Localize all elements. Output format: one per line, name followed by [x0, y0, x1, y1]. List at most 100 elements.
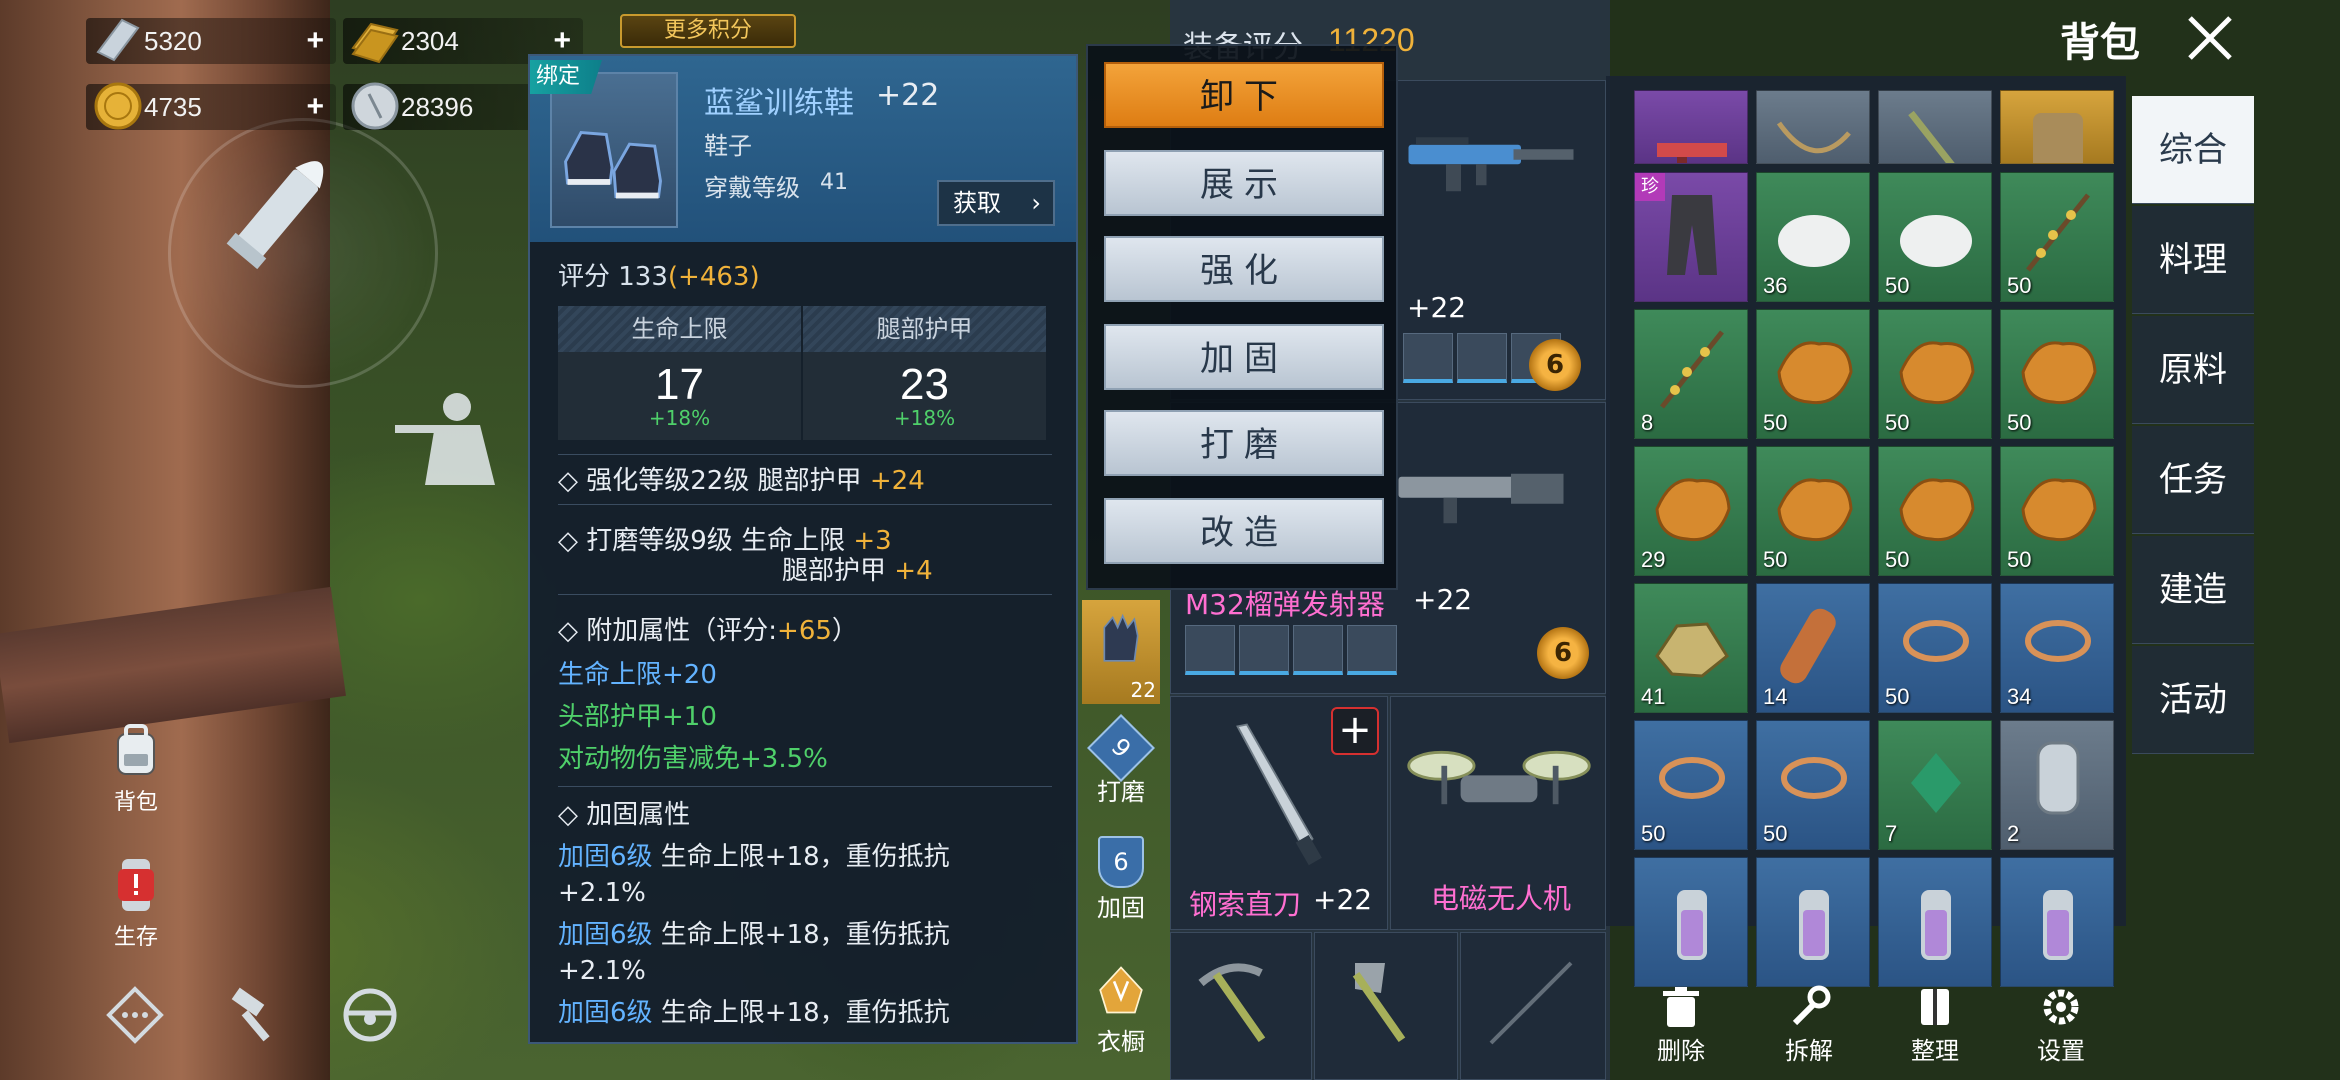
- dpad-icon[interactable]: [105, 985, 165, 1045]
- item-name: 蓝鲨训练鞋: [704, 86, 854, 121]
- inventory-item[interactable]: 50: [1878, 446, 1992, 576]
- polish-bonus-leg: +4: [894, 556, 933, 586]
- side-reinforce-button[interactable]: 6 加固: [1082, 836, 1160, 923]
- hide-icon: [2021, 478, 2097, 542]
- inventory-item[interactable]: 29: [1634, 446, 1748, 576]
- inventory-item[interactable]: 50: [1878, 583, 1992, 713]
- item-quantity: 41: [1641, 684, 1666, 709]
- melee-add-button[interactable]: +: [1331, 707, 1379, 755]
- inventory-item[interactable]: [1634, 90, 1748, 164]
- tab-materials[interactable]: 原料: [2132, 316, 2254, 424]
- drone-slot[interactable]: 电磁无人机: [1390, 696, 1606, 930]
- melee-slot[interactable]: + 钢索直刀 +22: [1170, 696, 1388, 930]
- inventory-item[interactable]: 50: [1756, 446, 1870, 576]
- inventory-item[interactable]: 50: [1756, 720, 1870, 850]
- add-silver-bar-button[interactable]: +: [306, 24, 324, 58]
- gloves-slot[interactable]: 22: [1082, 600, 1160, 704]
- tab-general[interactable]: 综合: [2132, 96, 2254, 204]
- tool-slot-axe[interactable]: [1314, 932, 1458, 1080]
- tool-slot-pickaxe[interactable]: [1170, 932, 1312, 1080]
- modify-button[interactable]: 改造: [1104, 498, 1384, 564]
- inventory-item[interactable]: 41: [1634, 583, 1748, 713]
- inventory-item[interactable]: 34: [2000, 583, 2114, 713]
- tab-building[interactable]: 建造: [2132, 536, 2254, 644]
- extra-attr-close: ）: [831, 616, 858, 646]
- item-quantity: 50: [2007, 410, 2032, 435]
- gem-icon: [1911, 753, 1961, 813]
- add-gold-coin-button[interactable]: +: [306, 90, 324, 124]
- gloves-level: 22: [1130, 678, 1156, 702]
- close-icon[interactable]: [2180, 8, 2240, 68]
- tool-slot-fishing-rod[interactable]: [1460, 932, 1606, 1080]
- tab-events[interactable]: 活动: [2132, 646, 2254, 754]
- weapon1-mod-2[interactable]: [1457, 333, 1507, 383]
- silver-coin-amount: 28396: [401, 91, 474, 122]
- inventory-item[interactable]: 8: [1634, 309, 1748, 439]
- inventory-item[interactable]: 50: [2000, 446, 2114, 576]
- wrench-icon: [1792, 985, 1831, 1026]
- inventory-item[interactable]: [2000, 857, 2114, 987]
- inventory-item[interactable]: 珍: [1634, 172, 1748, 302]
- weapon2-mod-3[interactable]: [1293, 625, 1343, 675]
- inventory-item[interactable]: [1756, 857, 1870, 987]
- inventory-item[interactable]: 50: [1756, 309, 1870, 439]
- inventory-item[interactable]: 50: [1878, 172, 1992, 302]
- inventory-item[interactable]: 36: [1756, 172, 1870, 302]
- extra-attr-1: 生命上限+20: [558, 660, 717, 690]
- item-quantity: 34: [2007, 684, 2032, 709]
- show-button[interactable]: 展示: [1104, 150, 1384, 216]
- inventory-item[interactable]: 14: [1756, 583, 1870, 713]
- side-wardrobe-button[interactable]: 衣橱: [1082, 964, 1160, 1057]
- potion-icon: [2043, 890, 2073, 960]
- item-level-label: 穿戴等级: [704, 174, 800, 202]
- polish-button[interactable]: 打磨: [1104, 410, 1384, 476]
- steering-wheel-icon[interactable]: [340, 985, 400, 1045]
- drone-icon: [1407, 750, 1591, 805]
- inventory-item[interactable]: [1878, 857, 1992, 987]
- gold-bar-amount: 2304: [401, 25, 459, 56]
- weapon1-gear-badge: 6: [1529, 339, 1581, 391]
- hammer-icon[interactable]: [225, 985, 285, 1045]
- hud-bag-button[interactable]: 背包: [86, 720, 186, 816]
- inventory-item[interactable]: 7: [1878, 720, 1992, 850]
- enhance-button[interactable]: 强化: [1104, 236, 1384, 302]
- more-points-button[interactable]: 更多积分: [620, 14, 796, 48]
- gear-icon: [2043, 989, 2079, 1025]
- inventory-item[interactable]: 2: [2000, 720, 2114, 850]
- inventory-item[interactable]: [1756, 90, 1870, 164]
- weapon1-mod-1[interactable]: [1403, 333, 1453, 383]
- unequip-button[interactable]: 卸下: [1104, 62, 1384, 128]
- hud-survive-button[interactable]: 生存: [86, 855, 186, 951]
- add-gold-bar-button[interactable]: +: [553, 24, 571, 58]
- item-quantity: 36: [1763, 273, 1788, 298]
- obtain-button[interactable]: 获取 ›: [937, 180, 1055, 226]
- item-score-diff: (+463): [667, 262, 760, 292]
- item-quantity: 14: [1763, 684, 1788, 709]
- trash-icon: [1663, 987, 1699, 1027]
- delete-button[interactable]: 删除: [1636, 985, 1726, 1066]
- gloves-icon: [1103, 613, 1139, 662]
- reinforce-row-2-tail: +2.1%: [558, 956, 646, 986]
- inventory-item[interactable]: [1634, 857, 1748, 987]
- wardrobe-icon: [1099, 966, 1143, 1014]
- side-polish-button[interactable]: 9 打磨: [1082, 714, 1160, 807]
- tab-quests[interactable]: 任务: [2132, 426, 2254, 534]
- item-quantity: 50: [1763, 821, 1788, 846]
- inventory-item[interactable]: [1878, 90, 1992, 164]
- tab-cooking[interactable]: 料理: [2132, 206, 2254, 314]
- inventory-item[interactable]: [2000, 90, 2114, 164]
- inventory-item[interactable]: 50: [2000, 172, 2114, 302]
- weapon2-mod-2[interactable]: [1239, 625, 1289, 675]
- settings-button[interactable]: 设置: [2016, 985, 2106, 1066]
- weapon2-mod-4[interactable]: [1347, 625, 1397, 675]
- item-quantity: 8: [1641, 410, 1654, 435]
- inventory-item[interactable]: 50: [1634, 720, 1748, 850]
- reinforce-button[interactable]: 加固: [1104, 324, 1384, 390]
- inventory-item[interactable]: 50: [1878, 309, 1992, 439]
- weapon2-mod-1[interactable]: [1185, 625, 1235, 675]
- branch-icon: [2026, 193, 2090, 272]
- sort-button[interactable]: 整理: [1890, 985, 1980, 1066]
- inventory-item[interactable]: 50: [2000, 309, 2114, 439]
- stat-column: 生命上限 17 +18%: [558, 306, 801, 440]
- dismantle-button[interactable]: 拆解: [1764, 985, 1854, 1066]
